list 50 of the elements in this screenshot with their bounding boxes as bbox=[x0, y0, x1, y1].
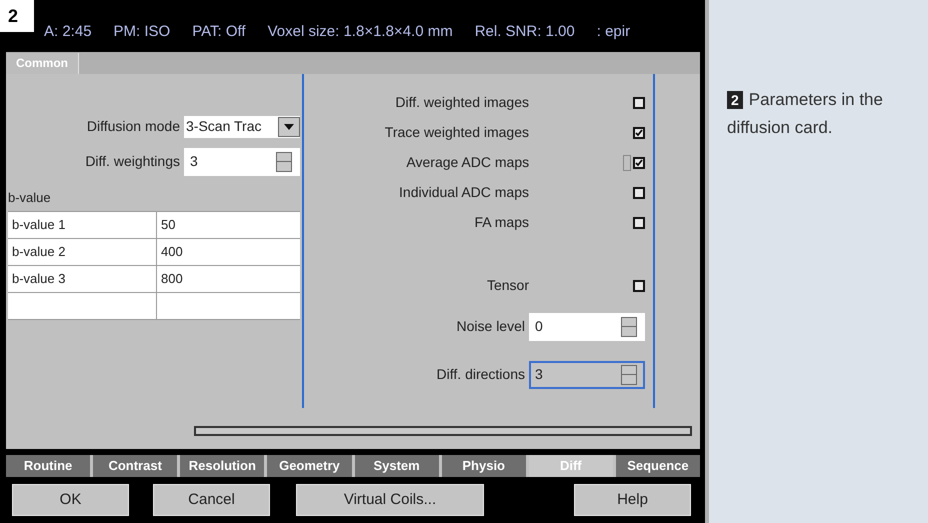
checkbox[interactable] bbox=[633, 126, 645, 139]
dialog-button[interactable]: Virtual Coils... bbox=[296, 484, 484, 516]
field-label: Diff. directions bbox=[436, 365, 525, 384]
tab[interactable]: Contrast bbox=[93, 455, 178, 478]
spin-buttons[interactable] bbox=[621, 364, 637, 385]
checkbox[interactable] bbox=[633, 280, 645, 292]
spin-buttons[interactable] bbox=[621, 316, 637, 337]
table-title: b-value bbox=[8, 188, 52, 207]
option-label: Diff. weighted images bbox=[394, 93, 529, 112]
number-field[interactable]: 3 bbox=[529, 360, 645, 389]
option-label: Individual ADC maps bbox=[398, 183, 529, 202]
tab[interactable]: Sequence bbox=[616, 455, 700, 478]
dropdown[interactable]: 3-Scan Trac bbox=[184, 116, 300, 138]
status-text: PM: ISO bbox=[114, 22, 170, 42]
checkbox[interactable] bbox=[633, 216, 645, 229]
table-cell-text: 50 bbox=[160, 216, 176, 234]
status-text: : epir bbox=[596, 22, 630, 42]
table-cell: b-value 3 bbox=[8, 266, 157, 292]
table-cell-text: 800 bbox=[160, 270, 184, 288]
dialog-button[interactable]: Help bbox=[574, 484, 691, 516]
option-label: FA maps bbox=[474, 213, 529, 232]
number-field[interactable]: 0 bbox=[529, 312, 645, 341]
table-cell-text: 400 bbox=[160, 243, 184, 262]
dialog-button[interactable]: OK bbox=[12, 484, 129, 516]
tab[interactable]: Resolution bbox=[180, 455, 264, 478]
tab[interactable]: Routine bbox=[6, 455, 90, 478]
checkbox[interactable] bbox=[633, 186, 645, 199]
option-label: Tensor bbox=[486, 276, 529, 296]
table-cell: b-value 2 bbox=[8, 239, 157, 266]
spin-buttons[interactable] bbox=[276, 152, 292, 172]
indicator bbox=[623, 154, 631, 171]
figure-number: 2 bbox=[0, 0, 34, 32]
caption: 2 Parameters in the diffusion card. bbox=[727, 89, 884, 139]
status-text: Rel. SNR: 1.00 bbox=[474, 22, 575, 42]
tab[interactable]: System bbox=[354, 455, 439, 478]
tab[interactable]: Physio bbox=[442, 455, 526, 478]
field-label: Noise level bbox=[456, 317, 525, 336]
status-text: A: 2:45 bbox=[44, 22, 92, 42]
status-text: PAT: Off bbox=[192, 22, 246, 42]
checkbox[interactable] bbox=[633, 96, 645, 109]
number-field[interactable]: 3 bbox=[184, 148, 300, 176]
status-text: Voxel size: 1.8×1.8×4.0 mm bbox=[268, 22, 453, 42]
table-cell: b-value 1 bbox=[8, 212, 157, 238]
option-label: Average ADC maps bbox=[405, 153, 530, 172]
field-label: Diffusion mode bbox=[86, 117, 180, 136]
option-label: Trace weighted images bbox=[384, 123, 529, 142]
tab[interactable]: Geometry bbox=[267, 455, 352, 478]
checkbox[interactable] bbox=[633, 156, 645, 169]
dialog-button[interactable]: Cancel bbox=[153, 484, 270, 516]
field-label: Diff. weightings bbox=[85, 152, 180, 172]
